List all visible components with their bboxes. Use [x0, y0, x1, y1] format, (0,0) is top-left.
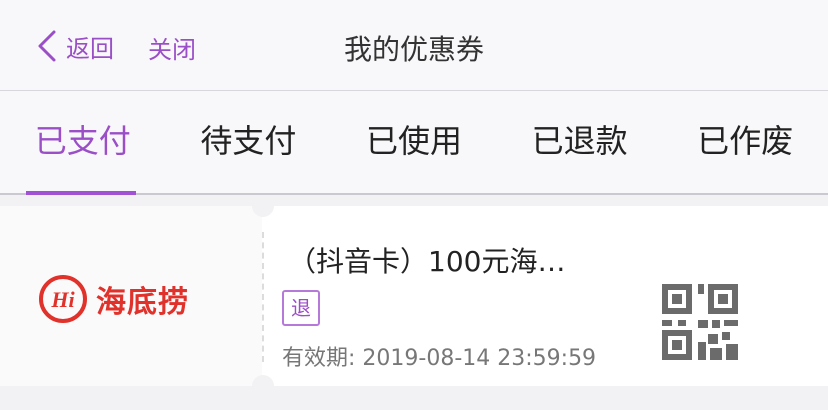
tab-pending-payment[interactable]: 待支付 — [166, 91, 332, 193]
status-tabs: 已支付 待支付 已使用 已退款 已作废 — [0, 91, 828, 195]
brand-name: 海底捞 — [96, 285, 189, 320]
tab-voided[interactable]: 已作废 — [662, 91, 828, 193]
logo-mark: Hi — [50, 287, 75, 312]
tab-paid[interactable]: 已支付 — [0, 91, 166, 195]
tab-used[interactable]: 已使用 — [331, 91, 497, 193]
qr-code-icon[interactable] — [660, 282, 740, 362]
coupon-card[interactable]: Hi 海底捞 （抖音卡）100元海… 退 有效期: 2019-08-14 23:… — [0, 195, 828, 397]
coupon-title: （抖音卡）100元海… — [288, 245, 566, 278]
coupon-page: 返回 关闭 我的优惠券 已支付 待支付 已使用 已退款 已作废 Hi 海底捞 （… — [0, 0, 828, 410]
brand-logo: Hi 海底捞 — [38, 274, 189, 324]
ticket-divider — [262, 232, 264, 362]
page-title: 我的优惠券 — [343, 33, 484, 66]
tab-refunded[interactable]: 已退款 — [497, 91, 663, 193]
refundable-badge: 退 — [282, 290, 320, 326]
ticket-notch-top — [252, 195, 274, 217]
haidilao-logo-icon: Hi — [39, 275, 87, 323]
ticket-notch-bottom — [252, 375, 274, 397]
validity-date: 有效期: 2019-08-14 23:59:59 — [282, 346, 597, 371]
top-nav-bar: 返回 关闭 我的优惠券 — [0, 0, 828, 91]
